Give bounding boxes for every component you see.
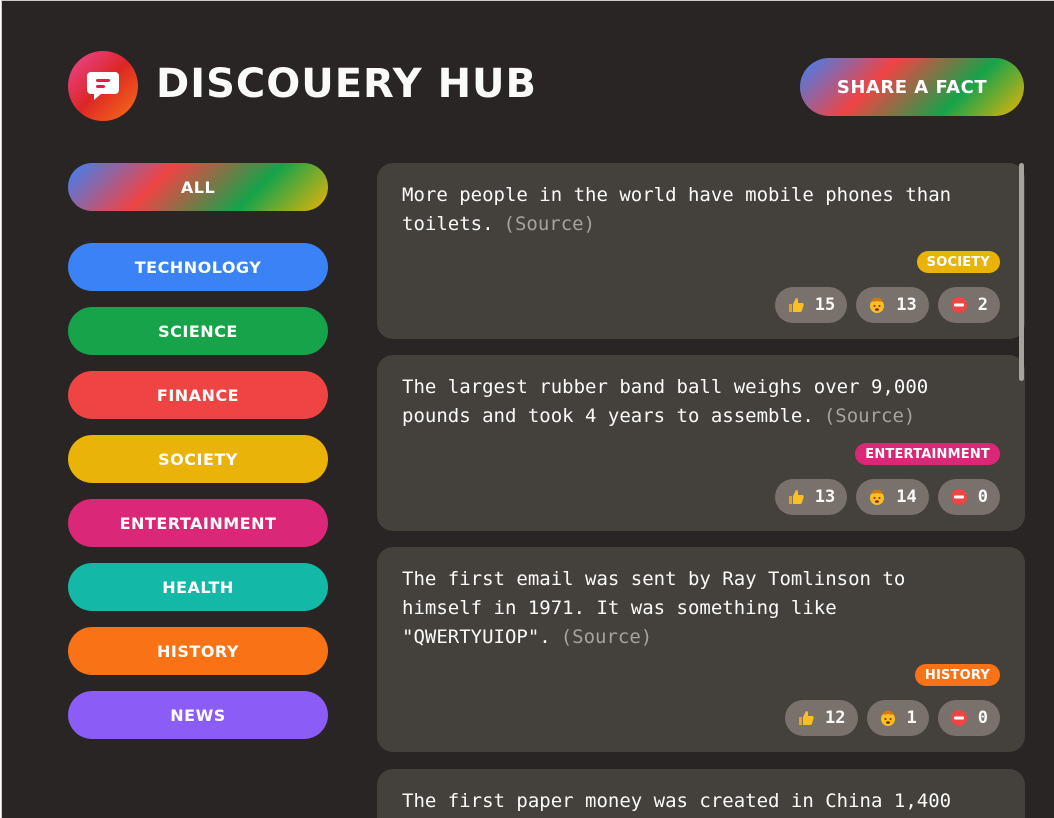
- source-link[interactable]: (Source): [561, 626, 653, 648]
- category-news-button[interactable]: NEWS: [68, 691, 328, 739]
- fact-card: The first email was sent by Ray Tomlinso…: [377, 547, 1025, 752]
- category-tag: SOCIETY: [916, 251, 1000, 273]
- vote-false-button[interactable]: 0: [937, 479, 1000, 515]
- vote-count: 15: [814, 295, 836, 315]
- vote-false-button[interactable]: 2: [937, 287, 1000, 323]
- vote-mindblowing-button[interactable]: 13: [856, 287, 929, 323]
- exploding-head-icon: [879, 709, 897, 727]
- category-science-button[interactable]: SCIENCE: [68, 307, 328, 355]
- exploding-head-icon: [868, 296, 886, 314]
- app-title: DISCOUERY HUB: [156, 61, 538, 107]
- share-fact-button[interactable]: SHARE A FACT: [800, 58, 1024, 116]
- category-tag: ENTERTAINMENT: [855, 443, 1000, 465]
- app-window: DISCOUERY HUB SHARE A FACT ALL TECHNOLOGY…: [1, 0, 1054, 818]
- vote-count: 1: [906, 708, 917, 728]
- vote-count: 13: [814, 487, 836, 507]
- no-entry-icon: [950, 709, 968, 727]
- vote-count: 13: [896, 295, 917, 315]
- category-all-button[interactable]: ALL: [68, 163, 328, 211]
- vote-count: 0: [977, 708, 988, 728]
- no-entry-icon: [950, 488, 968, 506]
- exploding-head-icon: [868, 488, 886, 506]
- fact-card: The first paper money was created in Chi…: [377, 769, 1025, 818]
- vote-buttons: 13 14 0: [774, 479, 1000, 515]
- category-history-button[interactable]: HISTORY: [68, 627, 328, 675]
- fact-text: The largest rubber band ball weighs over…: [402, 373, 992, 431]
- category-entertainment-button[interactable]: ENTERTAINMENT: [68, 499, 328, 547]
- fact-text: The first email was sent by Ray Tomlinso…: [402, 565, 992, 652]
- fact-card: The largest rubber band ball weighs over…: [377, 355, 1025, 531]
- vote-interesting-button[interactable]: 12: [785, 700, 858, 736]
- vote-mindblowing-button[interactable]: 14: [856, 479, 929, 515]
- thumbs-up-icon: [787, 296, 805, 314]
- source-link[interactable]: (Source): [824, 405, 916, 427]
- vote-count: 2: [977, 295, 988, 315]
- fact-card: More people in the world have mobile pho…: [377, 163, 1025, 339]
- category-society-button[interactable]: SOCIETY: [68, 435, 328, 483]
- fact-text: More people in the world have mobile pho…: [402, 181, 992, 239]
- thumbs-up-icon: [787, 488, 805, 506]
- vote-count: 14: [896, 487, 917, 507]
- vote-interesting-button[interactable]: 15: [774, 287, 848, 323]
- chat-bubble-icon: [87, 72, 119, 100]
- vote-buttons: 15 13 2: [774, 287, 1000, 323]
- no-entry-icon: [950, 296, 968, 314]
- logo: [68, 51, 138, 121]
- fact-body: The first paper money was created in Chi…: [402, 790, 952, 812]
- fact-body: More people in the world have mobile pho…: [402, 184, 952, 235]
- category-technology-button[interactable]: TECHNOLOGY: [68, 243, 328, 291]
- thumbs-up-icon: [797, 709, 815, 727]
- vote-mindblowing-button[interactable]: 1: [866, 700, 929, 736]
- vote-count: 12: [825, 708, 846, 728]
- vote-count: 0: [977, 487, 988, 507]
- category-tag: HISTORY: [914, 664, 1000, 686]
- fact-body: The first email was sent by Ray Tomlinso…: [402, 568, 906, 648]
- vote-false-button[interactable]: 0: [937, 700, 1000, 736]
- source-link[interactable]: (Source): [504, 213, 596, 235]
- category-health-button[interactable]: HEALTH: [68, 563, 328, 611]
- vote-buttons: 12 1 0: [785, 700, 1000, 736]
- vote-interesting-button[interactable]: 13: [774, 479, 848, 515]
- category-finance-button[interactable]: FINANCE: [68, 371, 328, 419]
- scrollbar-thumb[interactable]: [1019, 163, 1024, 381]
- fact-text: The first paper money was created in Chi…: [402, 787, 992, 816]
